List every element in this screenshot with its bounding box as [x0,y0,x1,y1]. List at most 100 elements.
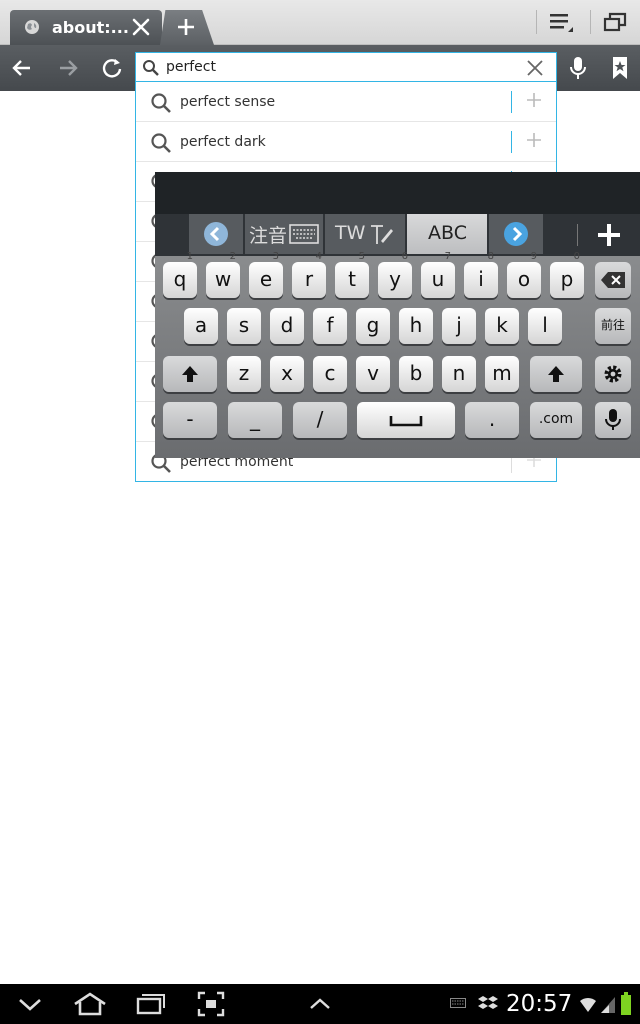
shift-left-key[interactable] [163,356,217,392]
key-f[interactable]: f [313,308,347,344]
key-r[interactable]: r4 [292,251,326,298]
key-o[interactable]: o9 [507,251,541,298]
key-p[interactable]: p0 [550,251,584,298]
hide-keyboard-icon[interactable] [16,990,44,1018]
key-h[interactable]: h [399,308,433,344]
prev-mode-button[interactable] [189,214,243,254]
forward-arrow-icon[interactable] [54,54,82,82]
key-hyphen[interactable]: - [163,402,217,438]
url-text: perfect [166,59,216,75]
microphone-icon [605,409,621,430]
voice-input-key[interactable] [595,402,631,438]
suggestion-item[interactable]: perfect dark [136,122,556,162]
dropbox-icon [478,996,498,1009]
suggestion-text: perfect sense [180,94,276,110]
key-z[interactable]: z [227,356,261,392]
keyboard-icon [289,224,319,244]
tab-strip: about:... [0,0,640,45]
shift-arrow-icon [548,366,564,382]
mode-zhuyin-button[interactable]: 注音 [245,214,323,254]
key-v[interactable]: v [356,356,390,392]
handwriting-icon [371,225,393,244]
refine-plus-icon[interactable] [524,90,544,110]
signal-icon [601,997,615,1013]
key-dotcom[interactable]: .com [530,402,582,438]
key-m[interactable]: m [485,356,519,392]
suggestion-text: perfect dark [180,134,266,150]
clock: 20:57 [506,991,573,1017]
key-y[interactable]: y6 [378,251,412,298]
screen: about:... perfect perfect sense perfect … [0,0,640,1024]
recent-apps-icon[interactable] [134,990,166,1018]
url-input[interactable]: perfect [135,52,557,82]
key-underscore[interactable]: _ [228,402,282,438]
wifi-icon [580,997,596,1012]
search-icon [151,93,171,113]
key-g[interactable]: g [356,308,390,344]
key-t[interactable]: t5 [335,251,369,298]
clear-text-icon[interactable] [526,59,544,77]
shift-arrow-icon [182,366,198,382]
microphone-icon[interactable] [564,54,592,82]
gear-icon [604,365,622,383]
mode-tw-label: TW [335,222,366,244]
key-x[interactable]: x [270,356,304,392]
key-b[interactable]: b [399,356,433,392]
plus-icon [178,19,194,35]
mode-abc-button[interactable]: ABC [407,214,487,254]
key-u[interactable]: u7 [421,251,455,298]
mode-zhuyin-label: 注音 [249,225,288,247]
keyboard: q1 w2 e3 r4 t5 y6 u7 i8 o9 p0 a s d f g … [155,251,640,458]
key-e[interactable]: e3 [249,251,283,298]
key-c[interactable]: c [313,356,347,392]
home-icon[interactable] [72,990,108,1018]
plus-icon[interactable] [596,222,622,248]
divider [590,10,591,34]
search-icon [151,133,171,153]
back-arrow-icon[interactable] [8,54,36,82]
chevron-right-icon [504,222,528,246]
key-w[interactable]: w2 [206,251,240,298]
keyboard-status-icon [450,998,466,1008]
space-icon [389,416,423,427]
key-slash[interactable]: / [293,402,347,438]
space-key[interactable] [357,402,455,438]
close-tab-icon[interactable] [130,16,152,38]
refine-plus-icon[interactable] [524,130,544,150]
key-period[interactable]: . [465,402,519,438]
screenshot-icon[interactable] [196,990,226,1018]
backspace-icon [601,272,625,288]
new-tab-button[interactable] [160,10,214,45]
keyboard-candidate-strip [155,172,640,214]
key-k[interactable]: k [485,308,519,344]
backspace-key[interactable] [595,262,631,298]
key-a[interactable]: a [184,308,218,344]
key-n[interactable]: n [442,356,476,392]
key-l[interactable]: l [528,308,562,344]
globe-icon [25,20,39,34]
key-j[interactable]: j [442,308,476,344]
suggestion-item[interactable]: perfect sense [136,82,556,122]
chevron-left-icon [204,222,228,246]
settings-key[interactable] [595,356,631,392]
key-d[interactable]: d [270,308,304,344]
system-nav-bar: 20:57 [0,984,640,1024]
chevron-up-icon[interactable] [306,990,334,1018]
key-s[interactable]: s [227,308,261,344]
tab-title: about:... [52,18,129,37]
reload-icon[interactable] [98,54,126,82]
bookmark-star-icon[interactable] [606,54,634,82]
key-q[interactable]: q1 [163,251,197,298]
tab-about[interactable]: about:... [10,10,162,45]
divider [511,91,512,113]
shift-right-key[interactable] [530,356,582,392]
divider [536,10,537,34]
tabs-overview-icon[interactable] [602,10,628,34]
next-mode-button[interactable] [489,214,543,254]
keyboard-mode-bar: 注音 TW ABC [155,214,640,256]
bookmarks-menu-icon[interactable] [548,10,574,34]
go-key[interactable]: 前往 [595,308,631,344]
key-i[interactable]: i8 [464,251,498,298]
mode-tw-button[interactable]: TW [325,214,405,254]
divider [577,224,578,246]
